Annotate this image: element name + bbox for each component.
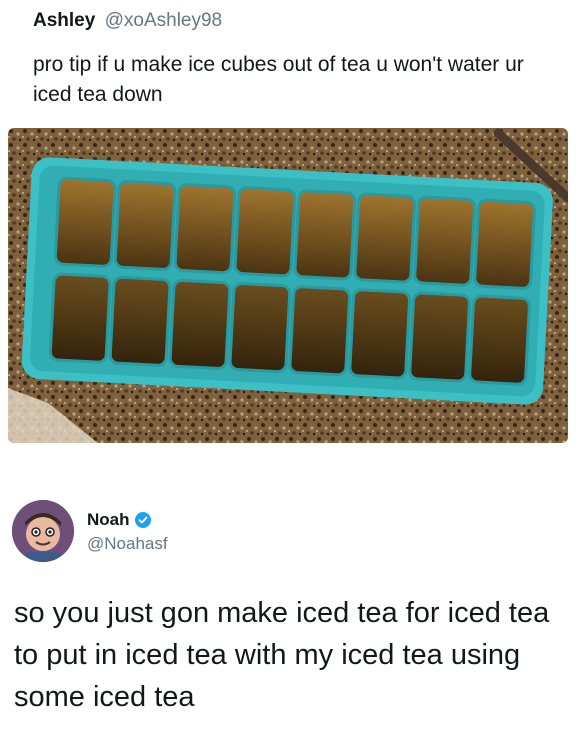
quoted-tweet: Ashley @xoAshley98 pro tip if u make ice… [0, 0, 582, 460]
tea-ice-cube [108, 275, 172, 367]
ice-tray [21, 157, 553, 405]
reply-text: so you just gon make iced tea for iced t… [14, 597, 550, 713]
tea-ice-cube [408, 291, 471, 383]
tea-ice-cube [413, 195, 476, 287]
author-handle[interactable]: @xoAshley98 [105, 10, 223, 31]
tea-ice-cube [228, 282, 292, 374]
tea-ice-cube [173, 183, 237, 275]
ice-tray-photo [8, 128, 568, 443]
tea-ice-cube [293, 189, 357, 281]
tea-ice-cube [348, 288, 412, 380]
reply-author-name[interactable]: Noah [87, 510, 151, 530]
tea-ice-cube [53, 176, 117, 268]
display-name[interactable]: Noah [87, 510, 130, 530]
tweet-image[interactable] [8, 128, 568, 443]
tea-ice-cube [233, 186, 297, 278]
tea-ice-cube [468, 294, 531, 386]
tea-ice-cube [48, 272, 112, 364]
tweet-text: pro tip if u make ice cubes out of tea u… [33, 53, 524, 106]
avatar[interactable] [12, 500, 74, 562]
reply-tweet: Noah @Noahasf so you just gon make iced … [0, 470, 582, 732]
tea-ice-cube [168, 278, 232, 370]
tea-ice-cube [353, 192, 417, 284]
tea-ice-cube [288, 285, 352, 377]
tea-ice-cube [473, 198, 536, 290]
reply-author-handle[interactable]: @Noahasf [87, 534, 168, 554]
tweet-header: Ashley @xoAshley98 [33, 10, 222, 32]
avatar-image [12, 500, 74, 562]
tea-ice-cube [113, 179, 177, 271]
verified-badge-icon [134, 512, 151, 528]
author-name[interactable]: Ashley [33, 10, 95, 31]
